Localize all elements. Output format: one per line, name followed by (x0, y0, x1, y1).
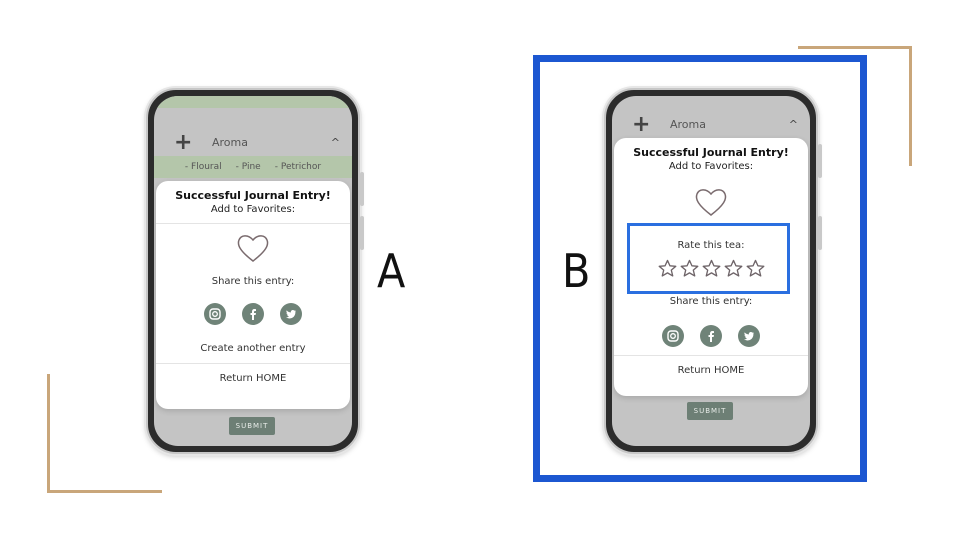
aroma-section-header[interactable]: + Aroma ^ (612, 112, 810, 138)
aroma-tags: - Floural - Pine - Petrichor (154, 156, 352, 178)
heart-icon[interactable] (236, 232, 270, 264)
top-strip (154, 96, 352, 108)
instagram-icon[interactable] (662, 325, 684, 347)
twitter-icon[interactable] (280, 303, 302, 325)
return-home-button[interactable]: Return HOME (156, 373, 350, 384)
corner-bracket-bottom-left-h (47, 490, 162, 493)
phone-side-button (360, 172, 364, 206)
social-buttons (156, 303, 350, 325)
submit-button[interactable]: SUBMIT (229, 417, 275, 435)
corner-bracket-top-right-v (909, 46, 912, 166)
phone-side-button (818, 144, 822, 178)
modal-subtitle: Add to Favorites: (210, 204, 296, 215)
success-modal: Successful Journal Entry! Add to Favorit… (156, 181, 350, 409)
social-buttons (614, 325, 808, 347)
return-home-button[interactable]: Return HOME (614, 365, 808, 376)
share-label: Share this entry: (669, 296, 753, 307)
aroma-label: Aroma (212, 136, 248, 149)
chevron-up-icon[interactable]: ^ (789, 112, 798, 138)
share-label: Share this entry: (211, 276, 295, 287)
aroma-label: Aroma (670, 118, 706, 131)
label-b: B (562, 244, 591, 298)
facebook-icon[interactable] (700, 325, 722, 347)
tag-item[interactable]: - Floural (185, 162, 222, 172)
heart-icon[interactable] (694, 186, 728, 218)
corner-bracket-top-right-h (798, 46, 912, 49)
rate-highlight-box (627, 223, 790, 294)
chevron-up-icon[interactable]: ^ (331, 130, 340, 156)
divider (156, 363, 350, 364)
create-another-entry-link[interactable]: Create another entry (156, 343, 350, 354)
modal-title: Successful Journal Entry! (175, 189, 331, 202)
corner-bracket-bottom-left-v (47, 374, 50, 493)
aroma-section-header[interactable]: + Aroma ^ (154, 130, 352, 156)
phone-a-screen: + Aroma ^ - Floural - Pine - Petrichor S… (154, 96, 352, 446)
divider (156, 223, 350, 224)
submit-button[interactable]: SUBMIT (687, 402, 733, 420)
tag-item[interactable]: - Petrichor (275, 162, 321, 172)
label-a: A (377, 244, 406, 298)
twitter-icon[interactable] (738, 325, 760, 347)
modal-title: Successful Journal Entry! (633, 146, 789, 159)
facebook-icon[interactable] (242, 303, 264, 325)
plus-icon[interactable]: + (632, 112, 650, 138)
instagram-icon[interactable] (204, 303, 226, 325)
plus-icon[interactable]: + (174, 130, 192, 156)
phone-side-button (360, 216, 364, 250)
divider (614, 355, 808, 356)
phone-side-button (818, 216, 822, 250)
modal-subtitle: Add to Favorites: (668, 161, 754, 172)
tag-item[interactable]: - Pine (236, 162, 261, 172)
phone-a: + Aroma ^ - Floural - Pine - Petrichor S… (146, 88, 364, 454)
